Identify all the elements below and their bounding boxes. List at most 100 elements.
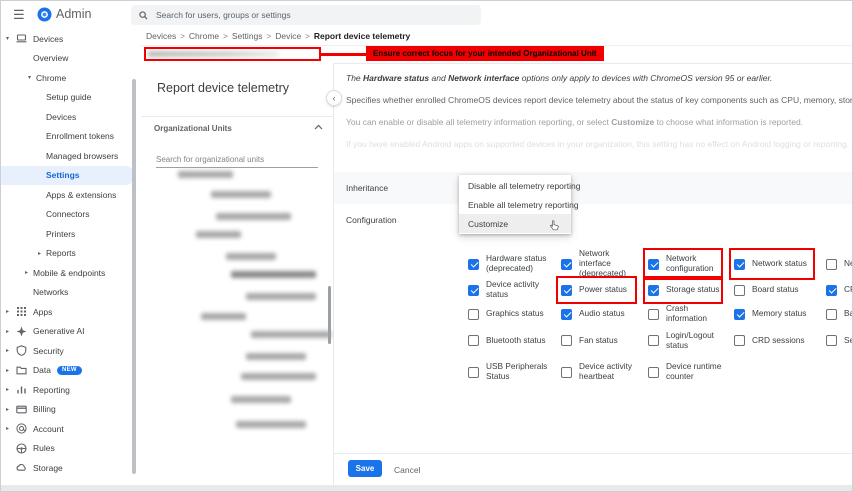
checkbox-icon[interactable] <box>468 259 479 270</box>
breadcrumb-current: Report device telemetry <box>314 31 410 41</box>
sidebar-item-reporting[interactable]: ▸ Reporting <box>1 380 135 400</box>
breadcrumb-separator: > <box>180 32 185 41</box>
checkbox-graphics-status[interactable]: Graphics status <box>461 302 554 326</box>
menu-item-enable-all[interactable]: Enable all telemetry reporting <box>459 195 571 214</box>
inheritance-row <box>334 172 852 204</box>
chevron-right-icon: ▸ <box>6 406 14 413</box>
checkbox-network-status[interactable]: Network status <box>727 250 819 278</box>
checkbox-crash-information[interactable]: Crash information <box>641 302 727 326</box>
sidebar-item-overview[interactable]: Overview <box>1 49 135 69</box>
admin-console-window: ☰ Admin ▾ Devices Overview ▾ Chrome Setu… <box>0 0 853 492</box>
sidebar-item-generative-ai[interactable]: ▸ Generative AI <box>1 322 135 342</box>
global-search-bar[interactable] <box>131 5 481 25</box>
checkbox-icon[interactable] <box>734 259 745 270</box>
sidebar-item-enrollment-tokens[interactable]: Enrollment tokens <box>1 127 135 147</box>
inheritance-label: Inheritance <box>346 183 388 193</box>
checkbox-icon[interactable] <box>561 285 572 296</box>
checkbox-icon[interactable] <box>648 335 659 346</box>
checkbox-icon[interactable] <box>734 335 745 346</box>
checkbox-device-activity-heartbeat[interactable]: Device activity heartbeat <box>554 355 641 389</box>
cancel-button[interactable]: Cancel <box>394 465 420 475</box>
checkbox-icon[interactable] <box>468 335 479 346</box>
checkbox-icon[interactable] <box>561 335 572 346</box>
chevron-down-icon: ▾ <box>6 35 14 42</box>
sidebar-item-reports[interactable]: ▸ Reports <box>1 244 135 264</box>
checkbox-device-activity-status[interactable]: Device activity status <box>461 278 554 302</box>
checkbox-icon[interactable] <box>561 259 572 270</box>
checkbox-network-configuration[interactable]: Network configuration <box>641 250 727 278</box>
checkbox-network-truncated[interactable]: Netw <box>819 250 853 278</box>
hamburger-menu-icon[interactable]: ☰ <box>13 8 25 21</box>
checkbox-device-runtime-counter[interactable]: Device runtime counter <box>641 355 727 389</box>
sidebar-item-security[interactable]: ▸ Security <box>1 341 135 361</box>
checkbox-icon[interactable] <box>826 285 837 296</box>
checkbox-crd-sessions[interactable]: CRD sessions <box>727 326 819 355</box>
checkbox-icon[interactable] <box>734 309 745 320</box>
global-search-input[interactable] <box>156 10 436 20</box>
collapse-panel-button[interactable]: ‹ <box>326 90 342 106</box>
sidebar-item-settings[interactable]: Settings <box>1 166 135 186</box>
sidebar-item-billing[interactable]: ▸ Billing <box>1 400 135 420</box>
sidebar-item-mobile-endpoints[interactable]: ▸ Mobile & endpoints <box>1 263 135 283</box>
checkbox-fan-status[interactable]: Fan status <box>554 326 641 355</box>
sidebar-item-apps[interactable]: ▸ Apps <box>1 302 135 322</box>
checkbox-icon[interactable] <box>648 285 659 296</box>
checkbox-login-logout-status[interactable]: Login/Logout status <box>641 326 727 355</box>
chevron-right-icon: ▸ <box>6 425 14 432</box>
sidebar-item-setup-guide[interactable]: Setup guide <box>1 88 135 108</box>
menu-item-disable-all[interactable]: Disable all telemetry reporting <box>459 176 571 195</box>
window-bottom-edge <box>1 485 852 491</box>
checkbox-power-status[interactable]: Power status <box>554 278 641 302</box>
sidebar-item-account[interactable]: ▸ Account <box>1 419 135 439</box>
sidebar-scrollbar[interactable] <box>132 79 136 474</box>
breadcrumb-chrome[interactable]: Chrome <box>189 31 219 41</box>
sidebar-item-managed-browsers[interactable]: Managed browsers <box>1 146 135 166</box>
checkbox-icon[interactable] <box>468 367 479 378</box>
save-button[interactable]: Save <box>348 460 382 477</box>
checkbox-secu-truncated[interactable]: Secu <box>819 326 853 355</box>
sidebar-item-apps-extensions[interactable]: Apps & extensions <box>1 185 135 205</box>
checkbox-icon[interactable] <box>468 309 479 320</box>
org-unit-search[interactable] <box>156 149 318 168</box>
sidebar-item-rules[interactable]: Rules <box>1 439 135 459</box>
checkbox-network-interface[interactable]: Network interface (deprecated) <box>554 250 641 278</box>
org-unit-search-input[interactable] <box>156 155 318 168</box>
checkbox-icon[interactable] <box>826 335 837 346</box>
checkbox-icon[interactable] <box>561 309 572 320</box>
breadcrumb-device[interactable]: Device <box>275 31 301 41</box>
checkbox-icon[interactable] <box>648 367 659 378</box>
checkbox-cpu-truncated[interactable]: CPU <box>819 278 853 302</box>
checkbox-icon[interactable] <box>826 309 837 320</box>
org-panel-scrollbar[interactable] <box>328 286 331 344</box>
checkbox-icon[interactable] <box>734 285 745 296</box>
checkbox-back-truncated[interactable]: Back <box>819 302 853 326</box>
menu-item-customize[interactable]: Customize <box>459 214 571 233</box>
sidebar-item-printers[interactable]: Printers <box>1 224 135 244</box>
breadcrumb-settings[interactable]: Settings <box>232 31 263 41</box>
blurred-org-unit <box>241 373 316 380</box>
sidebar-item-chrome-devices[interactable]: Devices <box>1 107 135 127</box>
sidebar-item-networks[interactable]: Networks <box>1 283 135 303</box>
sidebar-item-connectors[interactable]: Connectors <box>1 205 135 225</box>
checkbox-hardware-status[interactable]: Hardware status (deprecated) <box>461 250 554 278</box>
chevron-up-icon[interactable] <box>314 124 323 130</box>
checkbox-usb-peripherals-status[interactable]: USB Peripherals Status <box>461 355 554 389</box>
checkbox-icon[interactable] <box>561 367 572 378</box>
sidebar-item-label: Storage <box>33 463 63 473</box>
checkbox-memory-status[interactable]: Memory status <box>727 302 819 326</box>
checkbox-audio-status[interactable]: Audio status <box>554 302 641 326</box>
sidebar-item-label: Account <box>33 424 64 434</box>
chevron-right-icon: ▸ <box>25 269 33 276</box>
checkbox-bluetooth-status[interactable]: Bluetooth status <box>461 326 554 355</box>
checkbox-board-status[interactable]: Board status <box>727 278 819 302</box>
checkbox-icon[interactable] <box>648 309 659 320</box>
checkbox-storage-status[interactable]: Storage status <box>641 278 727 302</box>
checkbox-icon[interactable] <box>826 259 837 270</box>
checkbox-icon[interactable] <box>648 259 659 270</box>
sidebar-item-data[interactable]: ▸ Data NEW <box>1 361 135 381</box>
sidebar-item-chrome[interactable]: ▾ Chrome <box>1 68 135 88</box>
breadcrumb-devices[interactable]: Devices <box>146 31 176 41</box>
sidebar-item-storage[interactable]: Storage <box>1 458 135 478</box>
checkbox-icon[interactable] <box>468 285 479 296</box>
sidebar-item-devices[interactable]: ▾ Devices <box>1 29 135 49</box>
